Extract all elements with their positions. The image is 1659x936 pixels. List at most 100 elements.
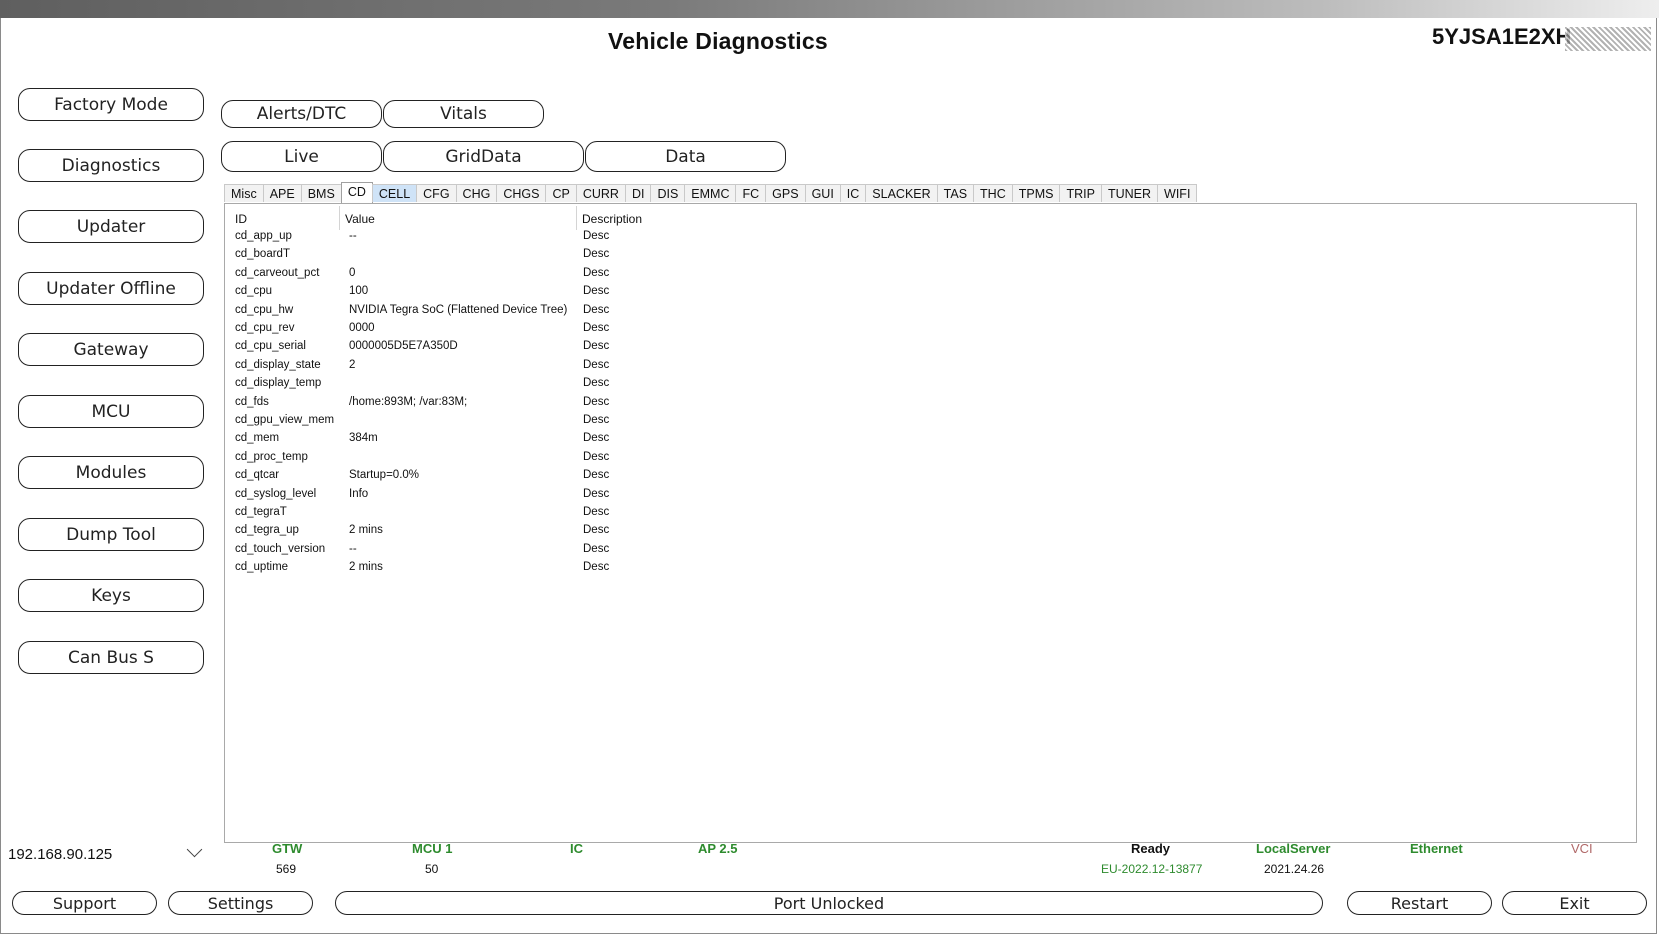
cell-value: NVIDIA Tegra SoC (Flattened Device Tree) (349, 303, 568, 316)
cell-description: Desc (583, 340, 610, 353)
subtab-dis[interactable]: DIS (650, 184, 686, 202)
cell-value: Info (349, 487, 369, 500)
subtab-cd[interactable]: CD (340, 182, 373, 203)
subtab-wifi[interactable]: WIFI (1157, 184, 1198, 202)
cell-description: Desc (583, 542, 610, 555)
column-divider[interactable] (576, 206, 577, 230)
column-header-description[interactable]: Description (582, 212, 642, 226)
support-button[interactable]: Support (12, 891, 157, 915)
subtab-tas[interactable]: TAS (936, 184, 975, 202)
subtab-chg[interactable]: CHG (455, 184, 498, 202)
keys-button[interactable]: Keys (18, 579, 204, 612)
column-header-id[interactable]: ID (235, 212, 247, 226)
cell-description: Desc (583, 285, 610, 298)
updater-offline-button[interactable]: Updater Offline (18, 272, 204, 305)
subtab-cell[interactable]: CELL (371, 184, 418, 202)
cell-value: 2 (349, 358, 356, 371)
table-row[interactable]: cd_touch_version -- Desc (225, 543, 925, 561)
ip-select[interactable]: 192.168.90.125 (6, 838, 212, 870)
subtab-misc[interactable]: Misc (224, 184, 264, 202)
table-row[interactable]: cd_uptime 2 mins Desc (225, 561, 925, 579)
cell-value: 2 mins (349, 561, 383, 574)
diagnostics-button[interactable]: Diagnostics (18, 149, 204, 182)
table-row[interactable]: cd_boardT Desc (225, 248, 925, 266)
table-row[interactable]: cd_fds/home:893M; /var:83M; Desc (225, 396, 925, 414)
cell-id: cd_gpu_view_mem (235, 414, 335, 426)
tab-griddata[interactable]: GridData (383, 141, 584, 172)
table-row[interactable]: cd_tegraT Desc (225, 506, 925, 524)
port-status-button[interactable]: Port Unlocked (335, 891, 1323, 915)
subtab-bms[interactable]: BMS (300, 184, 342, 202)
dump-tool-button[interactable]: Dump Tool (18, 518, 204, 551)
subtab-slacker[interactable]: SLACKER (865, 184, 938, 202)
cell-id: cd_cpu_rev (235, 322, 295, 334)
tab-alerts-dtc[interactable]: Alerts/DTC (221, 100, 382, 128)
subtab-bar: Misc APE BMS CD CELL CFG CHG CHGS CP CUR… (224, 182, 1198, 204)
cell-description: Desc (583, 432, 610, 445)
status-mcu-value: 50 (425, 862, 439, 876)
updater-button[interactable]: Updater (18, 210, 204, 243)
table-row[interactable]: cd_qtcar Startup=0.0% Desc (225, 469, 925, 487)
table-row[interactable]: cd_mem 384m Desc (225, 432, 925, 450)
table-row[interactable]: cd_tegra_up 2 mins Desc (225, 524, 925, 542)
tab-live[interactable]: Live (221, 141, 382, 172)
chevron-down-icon[interactable] (186, 841, 203, 858)
tab-data[interactable]: Data (585, 141, 786, 172)
table-row[interactable]: cd_carveout_pct 0 Desc (225, 267, 925, 285)
factory-mode-button[interactable]: Factory Mode (18, 88, 204, 121)
table-row[interactable]: cd_cpu 100 Desc (225, 285, 925, 303)
subtab-trip[interactable]: TRIP (1059, 184, 1102, 202)
cell-description: Desc (583, 248, 610, 261)
cell-value: 2 mins (349, 524, 383, 537)
column-header-value[interactable]: Value (345, 212, 375, 226)
subtab-cp[interactable]: CP (545, 184, 577, 202)
table-row[interactable]: cd_syslog_level Info Desc (225, 488, 925, 506)
subtab-gui[interactable]: GUI (804, 184, 841, 202)
subtab-ic[interactable]: IC (839, 184, 867, 202)
cell-value: 384m (349, 432, 378, 445)
cell-value: -- (349, 542, 357, 555)
exit-button[interactable]: Exit (1502, 891, 1647, 915)
mcu-button[interactable]: MCU (18, 395, 204, 428)
table-row[interactable]: cd_gpu_view_mem Desc (225, 414, 925, 432)
vin-redaction (1565, 27, 1651, 51)
table-row[interactable]: cd_cpu_serial 0000005D5E7A350D Desc (225, 340, 925, 358)
cell-id: cd_qtcar (235, 469, 280, 482)
subtab-gps[interactable]: GPS (765, 184, 806, 202)
column-divider[interactable] (339, 206, 340, 230)
restart-button[interactable]: Restart (1347, 891, 1492, 915)
subtab-di[interactable]: DI (624, 184, 652, 202)
cell-value: 0000 (349, 322, 375, 334)
status-mcu-label: MCU 1 (412, 841, 453, 856)
status-ap-label: AP 2.5 (698, 841, 738, 856)
subtab-ape[interactable]: APE (262, 184, 302, 202)
subtab-chgs[interactable]: CHGS (496, 184, 547, 202)
cell-id: cd_app_up (235, 230, 292, 242)
subtab-tpms[interactable]: TPMS (1011, 184, 1061, 202)
status-localserver-value: 2021.24.26 (1264, 862, 1325, 876)
cell-id: cd_syslog_level (235, 487, 317, 500)
table-row[interactable]: cd_cpu_rev 0000 Desc (225, 322, 925, 340)
settings-button[interactable]: Settings (168, 891, 313, 915)
modules-button[interactable]: Modules (18, 456, 204, 489)
subtab-tuner[interactable]: TUNER (1100, 184, 1159, 202)
cell-value: -- (349, 230, 357, 242)
can-bus-button[interactable]: Can Bus S (18, 641, 204, 674)
table-row[interactable]: cd_display_state 2 Desc (225, 359, 925, 377)
cell-id: cd_tegraT (235, 506, 287, 518)
subtab-cfg[interactable]: CFG (416, 184, 457, 202)
cell-id: cd_touch_version (235, 542, 326, 555)
table-row[interactable]: cd_app_up -- Desc (225, 230, 925, 248)
subtab-curr[interactable]: CURR (575, 184, 626, 202)
tab-vitals[interactable]: Vitals (383, 100, 544, 128)
gateway-button[interactable]: Gateway (18, 333, 204, 366)
subtab-emmc[interactable]: EMMC (684, 184, 737, 202)
table-row[interactable]: cd_display_temp Desc (225, 377, 925, 395)
ip-value: 192.168.90.125 (8, 845, 113, 863)
subtab-thc[interactable]: THC (973, 184, 1013, 202)
table-row[interactable]: cd_cpu_hw NVIDIA Tegra SoC (Flattened Dev… (225, 304, 925, 322)
status-vci-label: VCI (1571, 841, 1593, 856)
cell-description: Desc (583, 506, 610, 518)
subtab-fc[interactable]: FC (735, 184, 767, 202)
table-row[interactable]: cd_proc_temp Desc (225, 451, 925, 469)
